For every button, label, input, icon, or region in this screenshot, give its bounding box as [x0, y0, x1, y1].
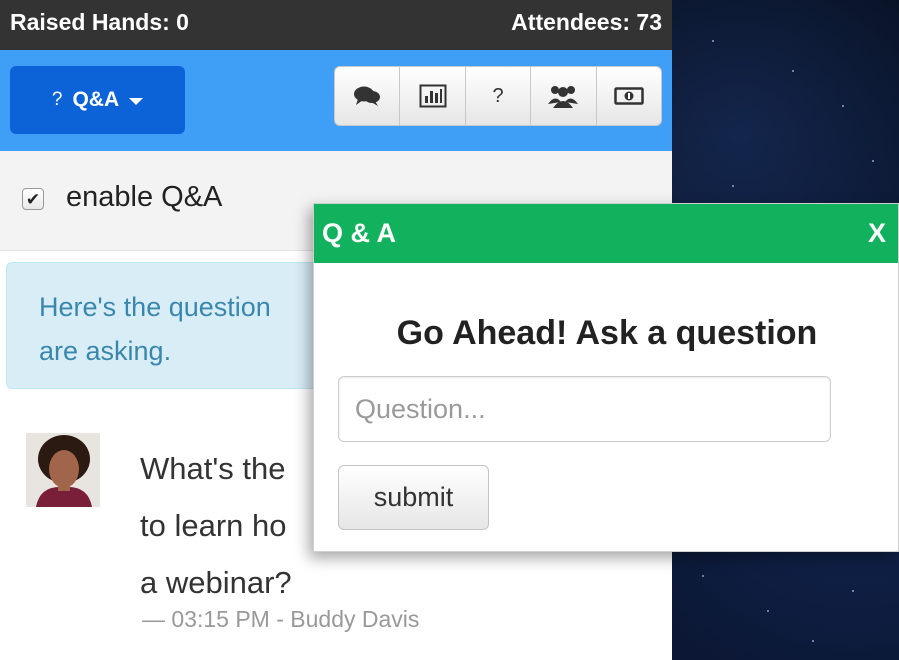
attendees-count: Attendees: 73 — [511, 9, 662, 35]
group-icon — [548, 86, 579, 108]
question-mark-icon: ? — [51, 89, 63, 110]
enable-qa-label: enable Q&A — [66, 181, 223, 213]
avatar — [26, 433, 100, 507]
chat-icon — [354, 86, 381, 106]
person-avatar-icon — [26, 433, 100, 507]
enable-qa-checkbox[interactable]: ✔ — [22, 188, 44, 210]
tool-button-group: ? — [334, 66, 662, 126]
checkmark-icon: ✔ — [25, 189, 41, 209]
status-bar: Raised Hands: 0 Attendees: 73 — [0, 0, 672, 50]
modal-heading: Go Ahead! Ask a question — [396, 314, 818, 352]
dropdown-label: Q&A — [72, 88, 120, 111]
modal-title: Q & A — [322, 218, 396, 248]
question-input[interactable] — [338, 376, 831, 442]
qa-modal: Q & A X Go Ahead! Ask a question submit — [313, 203, 899, 552]
money-icon — [614, 87, 644, 105]
qa-mode-dropdown[interactable]: ? Q&A — [10, 66, 185, 134]
modal-header: Q & A X — [314, 204, 898, 263]
payment-button[interactable] — [597, 67, 661, 125]
question-line: a webinar? — [140, 565, 292, 600]
question-icon: ? — [492, 84, 504, 107]
close-button[interactable]: X — [868, 218, 886, 249]
poll-button[interactable] — [400, 67, 466, 125]
attendees-button[interactable] — [531, 67, 597, 125]
submit-button[interactable]: submit — [338, 465, 489, 530]
poll-chart-icon — [419, 84, 447, 108]
raised-hands-count: Raised Hands: 0 — [10, 9, 189, 35]
questions-button[interactable]: ? — [466, 67, 532, 125]
toolbar: ? Q&A ? — [0, 50, 672, 151]
question-meta: — 03:15 PM - Buddy Davis — [142, 606, 420, 632]
chat-button[interactable] — [335, 67, 401, 125]
chevron-down-icon — [129, 98, 144, 105]
